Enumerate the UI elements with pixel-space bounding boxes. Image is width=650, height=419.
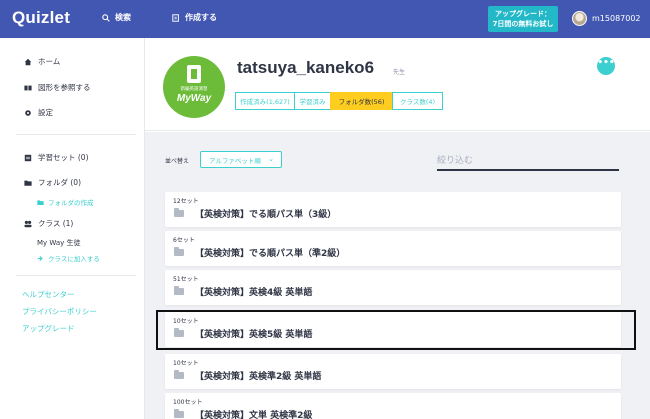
- sidebar-item-settings[interactable]: 設定: [24, 107, 53, 118]
- folder-icon: [174, 370, 184, 379]
- profile-username: tatsuya_kaneko6: [237, 58, 375, 77]
- upgrade-trial-button[interactable]: アップグレード： 7日間の無料お試し: [488, 6, 558, 32]
- upgrade-line1: アップグレード：: [495, 10, 551, 18]
- folder-card[interactable]: 10セット 【英検対策】英検準2級 英単語: [165, 354, 621, 389]
- folder-card[interactable]: 51セット 【英検対策】英検4級 英単語: [165, 270, 621, 305]
- upgrade-link[interactable]: アップグレード: [22, 323, 75, 334]
- privacy-policy-link[interactable]: プライバシーポリシー: [22, 306, 97, 317]
- sort-label: 並べ替え: [165, 158, 190, 165]
- folder-list-area: 並べ替え アルファベット順 ⌄ 絞り込む 12セット 【英検対策】でる順パス単（…: [145, 132, 650, 419]
- folder-set-count: 51セット: [173, 276, 199, 283]
- book-icon: [187, 65, 201, 83]
- sidebar-item-study-sets[interactable]: 学習セット (0): [24, 152, 89, 163]
- more-options-button[interactable]: •••: [597, 57, 615, 75]
- profile-role: 先生: [393, 69, 406, 76]
- folder-card[interactable]: 100セット 【英検対策】文単 英検準2級: [165, 393, 621, 419]
- sidebar-item-browse-label: 図形を参照する: [38, 83, 91, 92]
- sidebar-item-home[interactable]: ホーム: [24, 56, 60, 67]
- quizlet-logo[interactable]: Quizlet: [12, 8, 70, 28]
- class-name-link[interactable]: My Way 生徒: [37, 238, 81, 248]
- folder-icon: [174, 208, 184, 217]
- create-label: 作成する: [185, 13, 217, 22]
- folder-set-count: 6セット: [173, 237, 195, 244]
- user-avatar: [572, 11, 587, 26]
- upgrade-line2: 7日間の無料お試し: [492, 20, 554, 28]
- folder-card[interactable]: 12セット 【英検対策】でる順パス単（3級）: [165, 192, 621, 227]
- search-label: 検索: [115, 13, 131, 22]
- home-icon: [24, 58, 32, 65]
- help-center-link[interactable]: ヘルプセンター: [22, 289, 75, 300]
- folder-icon: [174, 247, 184, 256]
- folder-set-count: 12セット: [173, 198, 199, 205]
- user-menu[interactable]: m15087002: [572, 11, 641, 26]
- user-name: m15087002: [592, 14, 641, 23]
- join-class-label: クラスに加入する: [48, 255, 100, 263]
- avatar-brand: MyWay: [176, 93, 212, 104]
- folder-plus-icon: [37, 199, 44, 205]
- create-folder-link[interactable]: フォルダの作成: [37, 197, 94, 207]
- folder-set-count: 10セット: [173, 360, 199, 367]
- sidebar-item-settings-label: 設定: [38, 108, 53, 117]
- sidebar-item-home-label: ホーム: [38, 57, 61, 66]
- tab-studied[interactable]: 学習済み: [294, 92, 331, 110]
- sidebar-item-study-sets-label: 学習セット (0): [38, 153, 89, 162]
- sidebar: ホーム 図形を参照する 設定 学習セット (0) フォルダ (0) フォルダの作…: [0, 38, 145, 419]
- gear-icon: [25, 109, 31, 116]
- create-icon: [172, 13, 179, 22]
- folder-title: 【英検対策】でる順パス単（準2級）: [195, 249, 346, 259]
- sidebar-divider: [16, 275, 136, 276]
- top-navigation-bar: Quizlet 検索 作成する アップグレード： 7日間の無料お試し m1508…: [0, 0, 650, 38]
- sidebar-item-classes-label: クラス (1): [38, 219, 74, 228]
- join-class-link[interactable]: クラスに加入する: [37, 253, 100, 263]
- sidebar-item-classes[interactable]: クラス (1): [24, 218, 73, 229]
- profile-avatar: 新編英語演習 MyWay: [163, 56, 225, 118]
- folder-card[interactable]: 6セット 【英検対策】でる順パス単（準2級）: [165, 231, 621, 266]
- filter-input[interactable]: 絞り込む: [437, 151, 619, 171]
- folder-set-count: 100セット: [173, 399, 203, 406]
- sidebar-divider: [16, 134, 136, 135]
- sort-value: アルファベット順: [209, 156, 261, 165]
- tab-folders[interactable]: フォルダ数(56): [330, 92, 393, 110]
- search-icon: [102, 13, 110, 22]
- chevron-down-icon: ⌄: [268, 155, 274, 163]
- folder-title: 【英検対策】文単 英検準2級: [195, 411, 313, 419]
- folder-icon: [174, 286, 184, 295]
- sidebar-item-folders[interactable]: フォルダ (0): [24, 177, 81, 188]
- sidebar-item-browse[interactable]: 図形を参照する: [24, 82, 91, 93]
- folder-title: 【英検対策】でる順パス単（3級）: [195, 210, 337, 220]
- tab-classes[interactable]: クラス数(4): [392, 92, 443, 110]
- create-folder-label: フォルダの作成: [48, 199, 94, 207]
- search-button[interactable]: 検索: [102, 12, 131, 23]
- join-icon: [37, 255, 43, 261]
- browse-icon: [24, 85, 32, 90]
- profile-tabs: 作成済み(1,627) 学習済み フォルダ数(56) クラス数(4): [235, 92, 443, 110]
- classes-icon: [24, 220, 32, 227]
- folder-icon: [174, 409, 184, 418]
- study-sets-icon: [24, 154, 32, 161]
- tab-created[interactable]: 作成済み(1,627): [235, 92, 295, 110]
- profile-header: 新編英語演習 MyWay tatsuya_kaneko6 先生 作成済み(1,6…: [145, 38, 650, 131]
- sidebar-item-folders-label: フォルダ (0): [38, 178, 82, 187]
- folder-title: 【英検対策】英検準2級 英単語: [195, 372, 322, 382]
- sort-dropdown[interactable]: アルファベット順 ⌄: [200, 151, 282, 168]
- folder-title: 【英検対策】英検4級 英単語: [195, 288, 313, 298]
- folder-icon: [24, 180, 32, 186]
- highlight-box: [156, 310, 636, 350]
- avatar-small-text: 新編英語演習: [180, 87, 208, 92]
- create-button[interactable]: 作成する: [172, 12, 217, 23]
